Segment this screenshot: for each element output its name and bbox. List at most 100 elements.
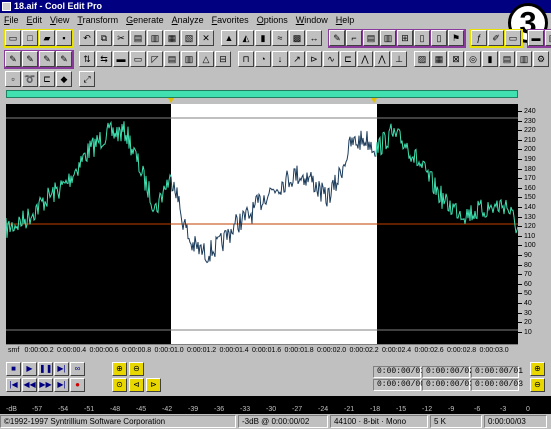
toggle-view-button[interactable]: ▭ xyxy=(5,30,21,46)
rewind-button[interactable]: ◀◀ xyxy=(22,378,37,392)
cue-list-icon[interactable]: ✎ xyxy=(329,30,345,46)
brush-2-icon[interactable]: ✎ xyxy=(22,51,38,67)
brush-4-icon[interactable]: ✎ xyxy=(56,51,72,67)
vertical-zoom-in-icon[interactable]: ⊕ xyxy=(530,362,545,376)
flag-icon[interactable]: ⚑ xyxy=(448,30,464,46)
gain-icon[interactable]: ◔ xyxy=(255,51,271,67)
brush-1-icon[interactable]: ✎ xyxy=(5,51,21,67)
menu-file[interactable]: File xyxy=(4,13,19,27)
dc-offset-icon[interactable]: ▭ xyxy=(130,51,146,67)
menu-favorites[interactable]: Favorites xyxy=(212,13,249,27)
menu-edit[interactable]: Edit xyxy=(27,13,43,27)
cd-icon[interactable]: ◎ xyxy=(465,51,481,67)
fit-icon[interactable]: ⤢ xyxy=(79,71,95,87)
silence-icon[interactable]: ▬ xyxy=(113,51,129,67)
reverse-icon[interactable]: ⇆ xyxy=(96,51,112,67)
script-icon[interactable]: ▥ xyxy=(516,51,532,67)
pencil-icon[interactable]: ✐ xyxy=(488,30,504,46)
edit-mode-icon[interactable]: ƒ xyxy=(471,30,487,46)
overview-scroll-bar[interactable] xyxy=(6,90,518,98)
paste-new-icon[interactable]: ▥ xyxy=(147,30,163,46)
waveform-view-icon[interactable]: ▥ xyxy=(380,30,396,46)
menu-options[interactable]: Options xyxy=(257,13,288,27)
snap-icon[interactable]: ▫ xyxy=(5,71,21,87)
invert-icon[interactable]: ⇅ xyxy=(79,51,95,67)
info-icon[interactable]: ⊞ xyxy=(397,30,413,46)
amplify-icon[interactable]: ▲ xyxy=(221,30,237,46)
normalize-icon[interactable]: ▮ xyxy=(255,30,271,46)
settings-icon[interactable]: ⚙ xyxy=(533,51,549,67)
envelope-icon[interactable]: ◭ xyxy=(238,30,254,46)
brush-3-icon[interactable]: ✎ xyxy=(39,51,55,67)
copy-icon[interactable]: ⧉ xyxy=(96,30,112,46)
chorus-icon[interactable]: △ xyxy=(198,51,214,67)
peak-icon[interactable]: ⋀ xyxy=(357,51,373,67)
dynamics-icon[interactable]: ⊓ xyxy=(238,51,254,67)
waveform-display[interactable] xyxy=(6,104,518,344)
noise-icon[interactable]: ▩ xyxy=(289,30,305,46)
loop-button[interactable]: ∞ xyxy=(70,362,85,376)
menu-help[interactable]: Help xyxy=(336,13,355,27)
filter-icon[interactable]: ≈ xyxy=(272,30,288,46)
reverb-icon[interactable]: ▥ xyxy=(181,51,197,67)
play-to-end-button[interactable]: ▶| xyxy=(54,362,69,376)
delete-icon[interactable]: ✕ xyxy=(198,30,214,46)
trim-icon[interactable]: ▧ xyxy=(181,30,197,46)
spectral-view-icon[interactable]: ▤ xyxy=(363,30,379,46)
record-button[interactable]: ● xyxy=(70,378,85,392)
selection-start-marker[interactable] xyxy=(168,98,174,103)
window-icon[interactable]: ▭ xyxy=(505,30,521,46)
statistics-icon[interactable]: ▦ xyxy=(431,51,447,67)
stop-button[interactable]: ■ xyxy=(6,362,21,376)
fade-icon[interactable]: ◸ xyxy=(147,51,163,67)
menu-window[interactable]: Window xyxy=(296,13,328,27)
batch-icon[interactable]: ▤ xyxy=(499,51,515,67)
frequency-icon[interactable]: ▨ xyxy=(414,51,430,67)
menu-transform[interactable]: Transform xyxy=(77,13,118,27)
app-icon[interactable] xyxy=(2,2,11,11)
zoom-left-icon[interactable]: ⊲ xyxy=(129,378,144,392)
mix-paste-icon[interactable]: ▦ xyxy=(164,30,180,46)
marker-icon[interactable]: ▮ xyxy=(482,51,498,67)
zoom-full-icon[interactable]: ⊙ xyxy=(112,378,127,392)
play-button[interactable]: ▶ xyxy=(22,362,37,376)
notch-icon[interactable]: ⊥ xyxy=(391,51,407,67)
bracket-icon[interactable]: ⊏ xyxy=(39,71,55,87)
bend-icon[interactable]: ↗ xyxy=(289,51,305,67)
compress-icon[interactable]: ⊏ xyxy=(340,51,356,67)
loop-icon[interactable]: ➰ xyxy=(22,71,38,87)
go-to-end-button[interactable]: ▶| xyxy=(54,378,69,392)
open-file-icon[interactable]: ▰ xyxy=(39,30,55,46)
peak-2-icon[interactable]: ⋀ xyxy=(374,51,390,67)
stretch-icon[interactable]: ↔ xyxy=(306,30,322,46)
pause-button[interactable]: ❚❚ xyxy=(38,362,53,376)
zoom-out-icon[interactable]: ⊖ xyxy=(129,362,144,376)
monitor-icon[interactable]: ▣ xyxy=(545,30,551,46)
echo-icon[interactable]: ▤ xyxy=(164,51,180,67)
document-icon[interactable]: ▯ xyxy=(414,30,430,46)
new-file-icon[interactable]: □ xyxy=(22,30,38,46)
cut-icon[interactable]: ✂ xyxy=(113,30,129,46)
marker-point-icon[interactable]: ◆ xyxy=(56,71,72,87)
selection-end-marker[interactable] xyxy=(371,98,377,103)
vertical-zoom-out-icon[interactable]: ⊖ xyxy=(530,378,545,392)
undo-icon[interactable]: ↶ xyxy=(79,30,95,46)
document-2-icon[interactable]: ▯ xyxy=(431,30,447,46)
save-file-icon[interactable]: ▪ xyxy=(56,30,72,46)
delay-icon[interactable]: ⊟ xyxy=(215,51,231,67)
paste-icon[interactable]: ▤ xyxy=(130,30,146,46)
pitch-icon[interactable]: ↓ xyxy=(272,51,288,67)
scan-icon[interactable]: ⊠ xyxy=(448,51,464,67)
menu-view[interactable]: View xyxy=(50,13,69,27)
menu-generate[interactable]: Generate xyxy=(126,13,164,27)
multitrack-icon[interactable]: ▬ xyxy=(528,30,544,46)
title-bar[interactable]: 18.aif - Cool Edit Pro xyxy=(0,0,551,13)
wave-icon[interactable]: ∿ xyxy=(323,51,339,67)
doppler-icon[interactable]: ⊳ xyxy=(306,51,322,67)
zoom-right-icon[interactable]: ⊳ xyxy=(146,378,161,392)
grid-icon[interactable]: ⌐ xyxy=(346,30,362,46)
fast-forward-button[interactable]: ▶▶ xyxy=(38,378,53,392)
menu-analyze[interactable]: Analyze xyxy=(172,13,204,27)
zoom-in-icon[interactable]: ⊕ xyxy=(112,362,127,376)
go-to-start-button[interactable]: |◀ xyxy=(6,378,21,392)
